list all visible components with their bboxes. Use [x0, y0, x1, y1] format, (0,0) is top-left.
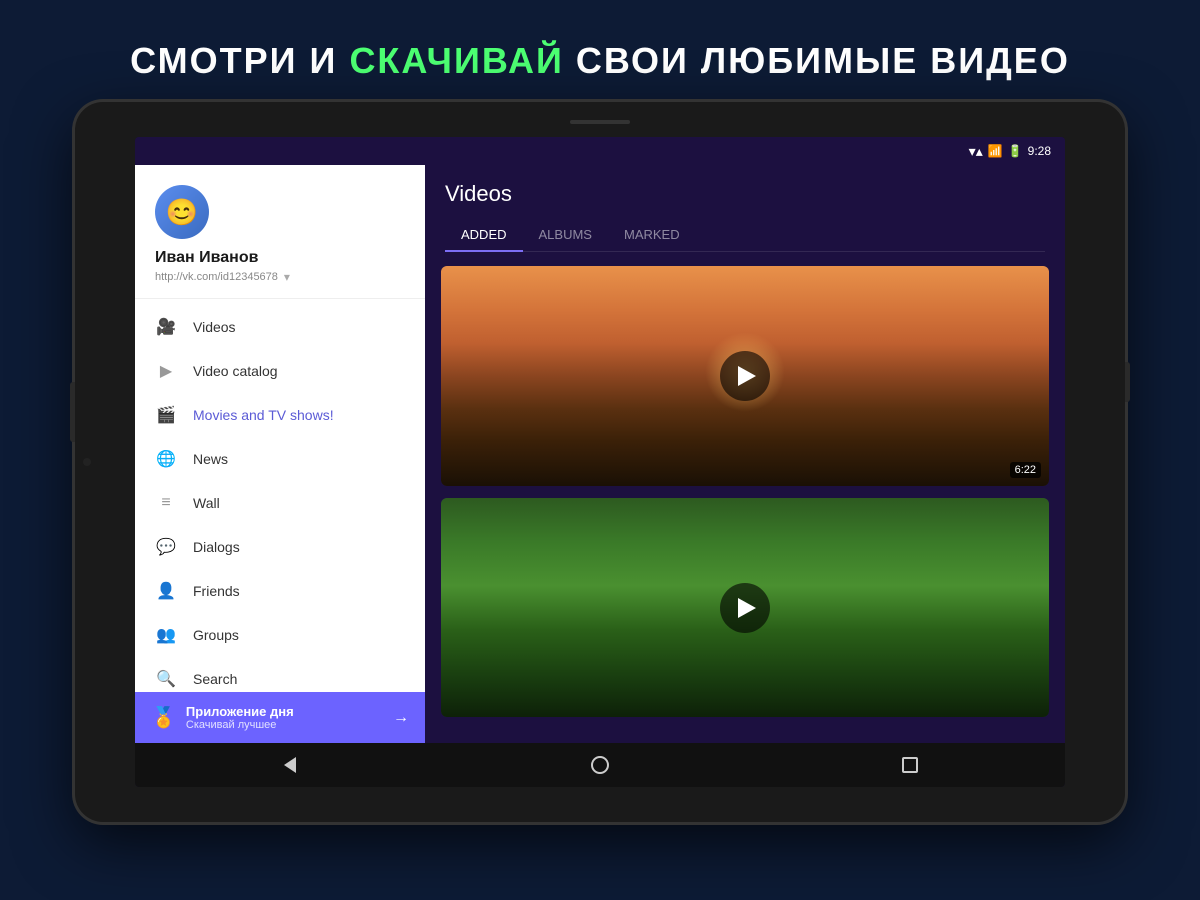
videos-title: Videos: [445, 181, 1045, 207]
video-thumbnail[interactable]: [441, 498, 1049, 718]
nav-icon: 🎬: [155, 404, 177, 426]
headline-highlight: СКАЧИВАЙ: [349, 40, 563, 81]
video-card: 6:22 Dan Atherton Shreds Latest Mountain…: [441, 266, 1049, 486]
back-button[interactable]: [270, 745, 310, 785]
nav-label: News: [193, 451, 228, 467]
main-content: Videos ADDEDALBUMSMARKED 6:22 Dan Athert…: [425, 165, 1065, 743]
profile-section: 😊 Иван Иванов http://vk.com/id12345678 ▾: [135, 165, 425, 299]
nav-label: Movies and TV shows!: [193, 407, 334, 423]
sidebar-item-videos[interactable]: 🎥 Videos: [135, 305, 425, 349]
power-button: [1125, 362, 1130, 402]
nav-icon: 🎥: [155, 316, 177, 338]
user-url-row[interactable]: http://vk.com/id12345678 ▾: [155, 270, 405, 284]
app-day-banner[interactable]: 🏅 Приложение дня Скачивай лучшее →: [135, 692, 425, 743]
medal-icon: 🏅: [151, 705, 176, 730]
nav-label: Videos: [193, 319, 236, 335]
nav-icon: ▶: [155, 360, 177, 382]
home-button[interactable]: [580, 745, 620, 785]
banner-title: Приложение дня: [186, 704, 383, 719]
play-icon: [738, 598, 756, 618]
battery-icon: 🔋: [1008, 144, 1023, 158]
sidebar-item-dialogs[interactable]: 💬 Dialogs: [135, 525, 425, 569]
tablet-frame: ▾▴ 📶 🔋 9:28 😊 Иван Иванов http://vk.com/…: [75, 102, 1125, 822]
nav-label: Friends: [193, 583, 240, 599]
wifi-icon: ▾▴: [969, 143, 983, 160]
volume-button: [70, 382, 75, 442]
clock: 9:28: [1028, 144, 1051, 158]
video-card: Forest Mountain Bike Trail Incredible fo…: [441, 498, 1049, 718]
play-button[interactable]: [720, 351, 770, 401]
app-content: 😊 Иван Иванов http://vk.com/id12345678 ▾…: [135, 165, 1065, 743]
video-list: 6:22 Dan Atherton Shreds Latest Mountain…: [425, 252, 1065, 743]
chevron-down-icon: ▾: [284, 270, 290, 284]
sidebar-item-wall[interactable]: ≡ Wall: [135, 481, 425, 525]
screen: ▾▴ 📶 🔋 9:28 😊 Иван Иванов http://vk.com/…: [135, 137, 1065, 787]
sidebar-item-news[interactable]: 🌐 News: [135, 437, 425, 481]
back-icon: [284, 757, 296, 773]
nav-icon: ≡: [155, 492, 177, 514]
headline: СМОТРИ И СКАЧИВАЙ СВОИ ЛЮБИМЫЕ ВИДЕО: [130, 40, 1070, 82]
tab-added[interactable]: ADDED: [445, 219, 523, 252]
status-icons: ▾▴ 📶 🔋 9:28: [969, 143, 1051, 160]
avatar: 😊: [155, 185, 209, 239]
sidebar-item-search[interactable]: 🔍 Search: [135, 657, 425, 692]
tab-albums[interactable]: ALBUMS: [523, 219, 608, 252]
nav-label: Wall: [193, 495, 220, 511]
duration-badge: 6:22: [1010, 462, 1041, 478]
sidebar-item-groups[interactable]: 👥 Groups: [135, 613, 425, 657]
sidebar-item-friends[interactable]: 👤 Friends: [135, 569, 425, 613]
sidebar: 😊 Иван Иванов http://vk.com/id12345678 ▾…: [135, 165, 425, 743]
nav-icon: 💬: [155, 536, 177, 558]
home-icon: [591, 756, 609, 774]
nav-list: 🎥 Videos ▶ Video catalog 🎬 Movies and TV…: [135, 299, 425, 692]
nav-icon: 🌐: [155, 448, 177, 470]
sidebar-item-video-catalog[interactable]: ▶ Video catalog: [135, 349, 425, 393]
banner-arrow-icon: →: [393, 709, 409, 727]
nav-label: Dialogs: [193, 539, 240, 555]
status-bar: ▾▴ 📶 🔋 9:28: [135, 137, 1065, 165]
play-icon: [738, 366, 756, 386]
tabs-row: ADDEDALBUMSMARKED: [445, 219, 1045, 252]
recents-button[interactable]: [890, 745, 930, 785]
signal-icon: 📶: [988, 144, 1003, 158]
nav-label: Groups: [193, 627, 239, 643]
nav-label: Video catalog: [193, 363, 278, 379]
user-name: Иван Иванов: [155, 249, 405, 267]
video-thumbnail[interactable]: 6:22: [441, 266, 1049, 486]
android-nav-bar: [135, 743, 1065, 787]
avatar-emoji: 😊: [166, 197, 198, 228]
nav-icon: 🔍: [155, 668, 177, 690]
sidebar-item-movies-and-tv-shows![interactable]: 🎬 Movies and TV shows!: [135, 393, 425, 437]
videos-header: Videos ADDEDALBUMSMARKED: [425, 165, 1065, 252]
front-camera: [83, 458, 91, 466]
nav-icon: 👥: [155, 624, 177, 646]
play-button[interactable]: [720, 583, 770, 633]
banner-text-group: Приложение дня Скачивай лучшее: [186, 704, 383, 731]
headline-part1: СМОТРИ И: [130, 40, 349, 81]
nav-icon: 👤: [155, 580, 177, 602]
headline-part2: СВОИ ЛЮБИМЫЕ ВИДЕО: [564, 40, 1070, 81]
nav-label: Search: [193, 671, 237, 687]
tab-marked[interactable]: MARKED: [608, 219, 696, 252]
recents-icon: [902, 757, 918, 773]
user-url: http://vk.com/id12345678: [155, 271, 278, 283]
banner-subtitle: Скачивай лучшее: [186, 719, 383, 731]
